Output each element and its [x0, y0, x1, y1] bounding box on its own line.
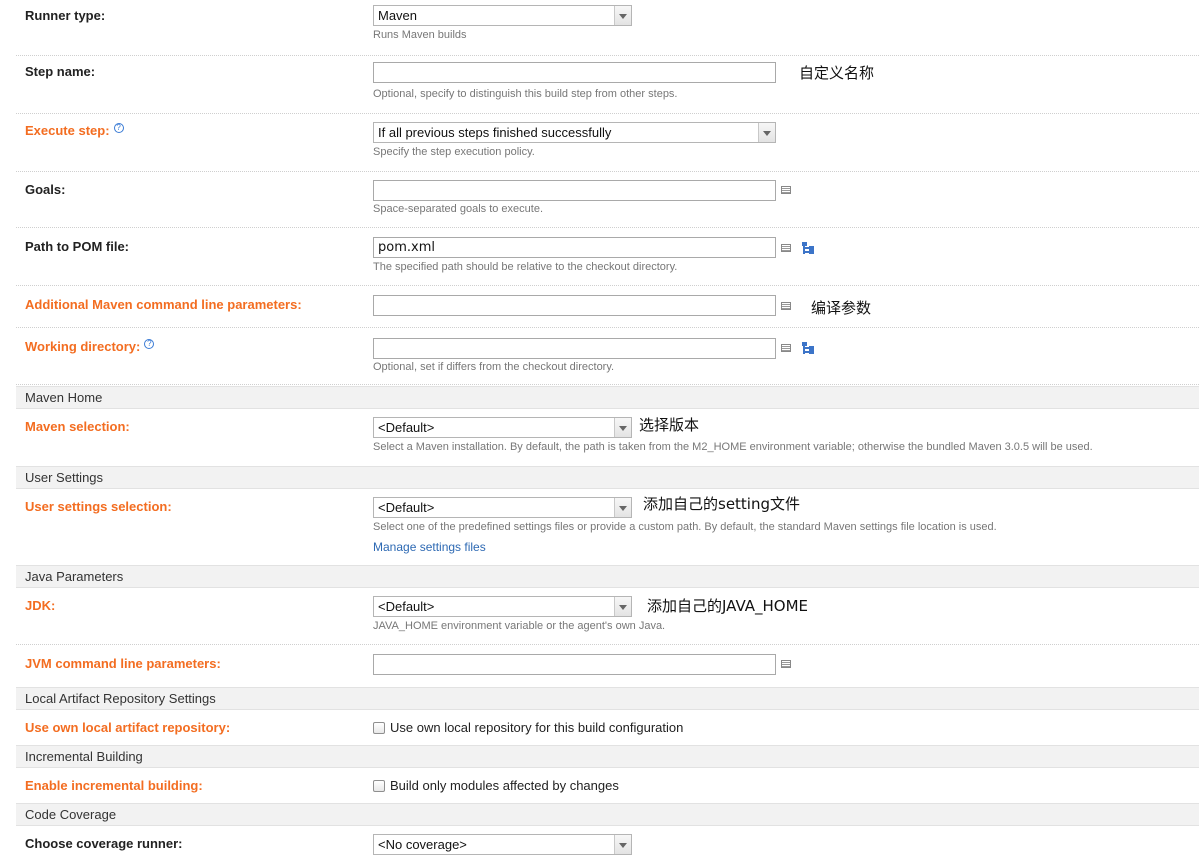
runner-type-label: Runner type:: [25, 8, 106, 23]
help-icon[interactable]: ?: [144, 339, 155, 349]
maven-params-input[interactable]: [373, 295, 776, 316]
section-header: Maven Home: [16, 386, 1199, 409]
expand-editor-icon[interactable]: [781, 186, 791, 194]
expand-editor-icon[interactable]: [781, 660, 791, 668]
row-separator: [16, 588, 1199, 645]
user-settings-value: <Default>: [378, 500, 435, 515]
manage-settings-link[interactable]: Manage settings files: [373, 540, 486, 554]
working-dir-input[interactable]: [373, 338, 776, 359]
runner-type-value: Maven: [378, 8, 418, 23]
section-header: User Settings: [16, 466, 1199, 489]
section-title: Incremental Building: [25, 749, 143, 764]
execute-step-label-text: Execute step:: [25, 123, 110, 138]
maven-selection-select[interactable]: <Default>: [373, 417, 632, 438]
execute-step-value: If all previous steps finished successfu…: [378, 125, 612, 140]
working-dir-label: Working directory:?: [25, 339, 155, 354]
chevron-down-icon[interactable]: [614, 498, 631, 517]
working-dir-label-text: Working directory:: [25, 339, 141, 354]
help-icon[interactable]: ?: [113, 123, 124, 133]
execute-step-select[interactable]: If all previous steps finished successfu…: [373, 122, 776, 143]
maven-selection-hint: Select a Maven installation. By default,…: [373, 441, 1093, 453]
section-title: Java Parameters: [25, 569, 124, 584]
section-header: Code Coverage: [16, 803, 1199, 826]
goals-label: Goals:: [25, 182, 66, 197]
pom-path-input[interactable]: [373, 237, 776, 258]
user-settings-select[interactable]: <Default>: [373, 497, 632, 518]
incremental-checkbox[interactable]: [373, 780, 385, 792]
runner-type-select[interactable]: Maven: [373, 5, 632, 26]
chevron-down-icon[interactable]: [614, 6, 631, 25]
step-name-input[interactable]: [373, 62, 776, 83]
pom-path-hint: The specified path should be relative to…: [373, 261, 678, 273]
goals-input[interactable]: [373, 180, 776, 201]
jvm-params-input[interactable]: [373, 654, 776, 675]
maven-selection-value: <Default>: [378, 420, 435, 435]
local-repo-checkbox[interactable]: [373, 722, 385, 734]
incremental-checkbox-label[interactable]: Build only modules affected by changes: [390, 778, 619, 793]
jvm-params-label: JVM command line parameters:: [25, 656, 221, 671]
step-name-note: 自定义名称: [799, 64, 875, 82]
expand-editor-icon[interactable]: [781, 244, 791, 252]
expand-editor-icon[interactable]: [781, 344, 791, 352]
pom-path-label: Path to POM file:: [25, 239, 129, 254]
section-header: Incremental Building: [16, 745, 1199, 768]
runner-type-hint: Runs Maven builds: [373, 29, 467, 41]
expand-editor-icon[interactable]: [781, 302, 791, 310]
chevron-down-icon[interactable]: [614, 835, 631, 854]
chevron-down-icon[interactable]: [614, 418, 631, 437]
coverage-runner-label: Choose coverage runner:: [25, 836, 183, 851]
step-name-label: Step name:: [25, 64, 96, 79]
section-header: Local Artifact Repository Settings: [16, 687, 1199, 710]
user-settings-note: 添加自己的setting文件: [643, 495, 801, 513]
user-settings-label: User settings selection:: [25, 499, 172, 514]
file-tree-icon[interactable]: [802, 242, 814, 254]
file-tree-icon[interactable]: [802, 342, 814, 354]
maven-selection-note: 选择版本: [639, 416, 700, 434]
step-name-hint: Optional, specify to distinguish this bu…: [373, 88, 678, 100]
goals-hint: Space-separated goals to execute.: [373, 203, 544, 215]
section-title: User Settings: [25, 470, 104, 485]
maven-params-note: 编译参数: [811, 299, 872, 317]
user-settings-hint: Select one of the predefined settings fi…: [373, 521, 997, 533]
maven-selection-label: Maven selection:: [25, 419, 130, 434]
coverage-runner-value: <No coverage>: [378, 837, 467, 852]
incremental-label: Enable incremental building:: [25, 778, 203, 793]
local-repo-label: Use own local artifact repository:: [25, 720, 231, 735]
execute-step-hint: Specify the step execution policy.: [373, 146, 535, 158]
chevron-down-icon[interactable]: [758, 123, 775, 142]
section-title: Code Coverage: [25, 807, 117, 822]
coverage-runner-select[interactable]: <No coverage>: [373, 834, 632, 855]
execute-step-label: Execute step:?: [25, 123, 124, 138]
local-repo-checkbox-label[interactable]: Use own local repository for this build …: [390, 720, 683, 735]
section-title: Maven Home: [25, 390, 103, 405]
working-dir-hint: Optional, set if differs from the checko…: [373, 361, 615, 373]
section-header: Java Parameters: [16, 565, 1199, 588]
section-title: Local Artifact Repository Settings: [25, 691, 216, 706]
maven-params-label: Additional Maven command line parameters…: [25, 297, 302, 312]
